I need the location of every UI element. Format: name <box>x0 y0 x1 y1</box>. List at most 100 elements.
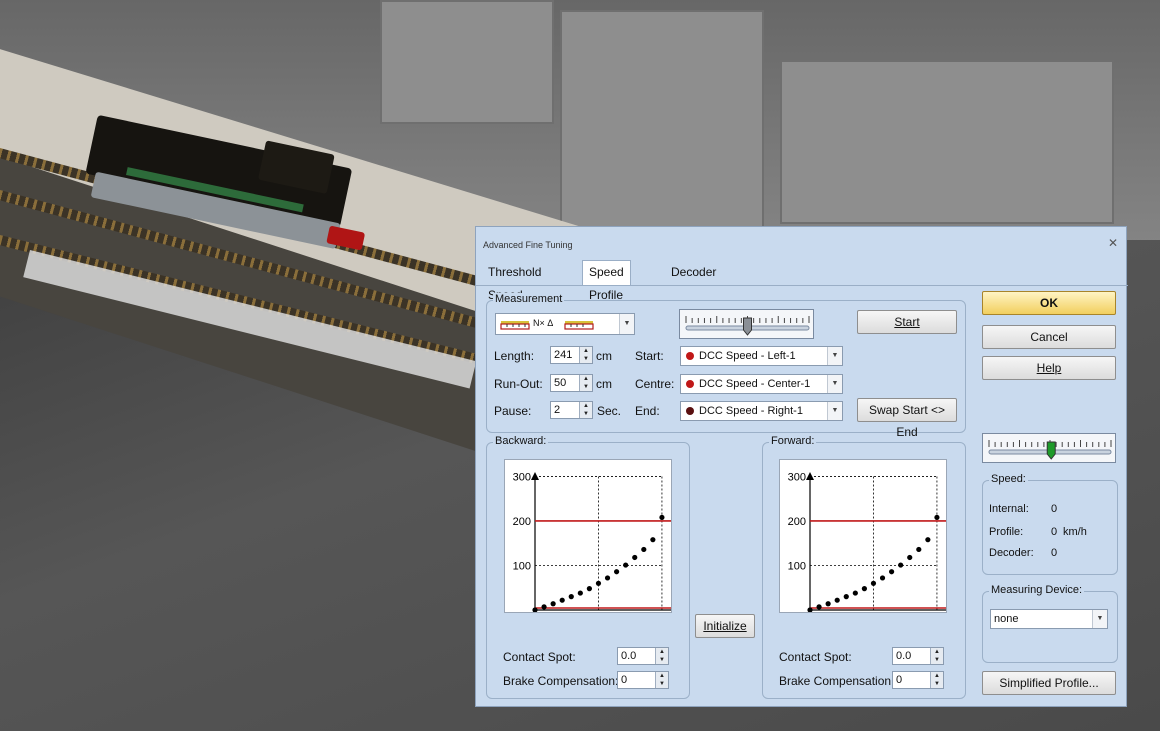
data-point <box>825 601 831 607</box>
measurement-device-combo[interactable]: N× Δ ▼ <box>495 313 635 335</box>
y-tick-label: 300 <box>788 471 806 483</box>
backward-contact-spot-spinner[interactable]: 0.0 ▲ ▼ <box>617 647 669 665</box>
data-point <box>843 594 849 600</box>
swap-start-end-button[interactable]: Swap Start <> End <box>857 398 957 439</box>
chevron-down-icon[interactable]: ▼ <box>1092 610 1107 628</box>
spin-down-icon[interactable]: ▼ <box>580 355 592 363</box>
data-point <box>623 562 629 568</box>
data-point <box>907 554 913 561</box>
spin-down-icon[interactable]: ▼ <box>656 680 668 688</box>
spin-up-icon[interactable]: ▲ <box>580 375 592 383</box>
data-point <box>641 546 647 553</box>
forward-label: Forward: <box>769 435 817 447</box>
runout-spinner[interactable]: 50 ▲ ▼ <box>550 374 593 392</box>
data-point <box>632 554 638 561</box>
chevron-down-icon[interactable]: ▼ <box>827 375 842 393</box>
data-point <box>650 537 656 543</box>
tab-decoder[interactable]: Decoder <box>665 261 722 284</box>
help-button-label: Help <box>1036 361 1062 375</box>
wall-slab <box>560 10 764 234</box>
spin-down-icon[interactable]: ▼ <box>931 656 943 664</box>
initialize-button[interactable]: Initialize <box>695 614 755 638</box>
chevron-down-icon[interactable]: ▼ <box>619 314 634 334</box>
close-icon[interactable]: ✕ <box>1106 236 1120 250</box>
forward-brake-compensation-label: Brake Compensation: <box>779 674 895 688</box>
profile-unit: km/h <box>1063 526 1087 538</box>
ok-button[interactable]: OK <box>982 291 1116 315</box>
initialize-button-label: Initialize <box>703 619 747 633</box>
centre-label: Centre: <box>635 377 675 391</box>
start-sensor-combo[interactable]: DCC Speed - Left-1 ▼ <box>680 346 843 366</box>
data-point <box>586 586 592 592</box>
y-axis-arrow-icon <box>806 472 814 480</box>
tab-speed-profile[interactable]: Speed Profile <box>582 260 631 302</box>
length-spinner[interactable]: 241 ▲ ▼ <box>550 346 593 364</box>
data-point <box>577 590 583 596</box>
speed-slider[interactable] <box>982 433 1116 463</box>
pause-spinner[interactable]: 2 ▲ ▼ <box>550 401 593 419</box>
speed-group: Speed: Internal: 0 Profile: 0 km/h Decod… <box>982 473 1118 575</box>
decoder-value: 0 <box>1051 547 1058 559</box>
tab-threshold-speed[interactable]: Threshold Speed <box>482 261 547 302</box>
help-button[interactable]: Help <box>982 356 1116 380</box>
spin-up-icon[interactable]: ▲ <box>931 648 943 656</box>
backward-group: Backward: 01428100200300 Contact Spot: 0… <box>486 435 690 699</box>
centre-sensor-combo[interactable]: DCC Speed - Center-1 ▼ <box>680 374 843 394</box>
backward-chart-svg: 01428100200300 <box>513 471 671 612</box>
slider-thumb[interactable] <box>1046 441 1056 460</box>
spin-up-icon[interactable]: ▲ <box>656 648 668 656</box>
measuring-device-value: none <box>994 613 1019 625</box>
backward-brake-compensation-value: 0 <box>621 674 628 686</box>
spin-up-icon[interactable]: ▲ <box>656 672 668 680</box>
device-combo-text: N× Δ <box>533 318 554 328</box>
measuring-device-group: Measuring Device: none ▼ <box>982 584 1118 663</box>
measuring-device-label: Measuring Device: <box>989 584 1085 596</box>
spin-up-icon[interactable]: ▲ <box>580 347 592 355</box>
backward-contact-spot-value: 0.0 <box>621 650 637 662</box>
start-button[interactable]: Start <box>857 310 957 334</box>
slider-thumb[interactable] <box>743 317 752 336</box>
end-sensor-value: DCC Speed - Right-1 <box>699 405 803 417</box>
data-point <box>861 586 867 592</box>
data-point <box>834 597 840 603</box>
spin-down-icon[interactable]: ▼ <box>580 383 592 391</box>
decoder-label: Decoder: <box>989 547 1034 559</box>
sensor-dot-icon <box>686 407 694 415</box>
chevron-down-icon[interactable]: ▼ <box>827 347 842 365</box>
runout-label: Run-Out: <box>494 377 543 391</box>
spin-up-icon[interactable]: ▲ <box>931 672 943 680</box>
pause-unit: Sec. <box>597 404 622 418</box>
forward-brake-compensation-spinner[interactable]: 0 ▲ ▼ <box>892 671 944 689</box>
forward-speed-chart: 01428100200300 <box>779 459 947 613</box>
forward-chart-svg: 01428100200300 <box>788 471 946 612</box>
data-point <box>659 514 665 521</box>
dialog-title: Advanced Fine Tuning <box>483 240 573 250</box>
cancel-button[interactable]: Cancel <box>982 325 1116 349</box>
spin-down-icon[interactable]: ▼ <box>656 656 668 664</box>
y-axis-arrow-icon <box>531 472 539 480</box>
forward-contact-spot-label: Contact Spot: <box>779 650 852 664</box>
length-unit: cm <box>596 349 612 363</box>
end-sensor-combo[interactable]: DCC Speed - Right-1 ▼ <box>680 401 843 421</box>
measuring-device-combo[interactable]: none ▼ <box>990 609 1108 629</box>
backward-brake-compensation-spinner[interactable]: 0 ▲ ▼ <box>617 671 669 689</box>
y-tick-label: 200 <box>788 516 806 528</box>
data-point <box>550 601 556 607</box>
forward-contact-spot-spinner[interactable]: 0.0 ▲ ▼ <box>892 647 944 665</box>
pause-label: Pause: <box>494 404 532 418</box>
internal-label: Internal: <box>989 503 1029 515</box>
ruler-icons <box>500 321 594 330</box>
length-value: 241 <box>554 349 573 361</box>
chevron-down-icon[interactable]: ▼ <box>827 402 842 420</box>
profile-value: 0 <box>1051 526 1058 538</box>
spin-up-icon[interactable]: ▲ <box>580 402 592 410</box>
length-label: Length: <box>494 349 535 363</box>
spin-down-icon[interactable]: ▼ <box>580 410 592 418</box>
simplified-profile-button[interactable]: Simplified Profile... <box>982 671 1116 695</box>
spin-down-icon[interactable]: ▼ <box>931 680 943 688</box>
data-point <box>898 562 904 568</box>
measurement-label: Measurement <box>493 293 565 305</box>
end-label: End: <box>635 404 660 418</box>
measurement-speed-slider[interactable] <box>679 309 814 339</box>
y-tick-label: 100 <box>788 560 806 572</box>
